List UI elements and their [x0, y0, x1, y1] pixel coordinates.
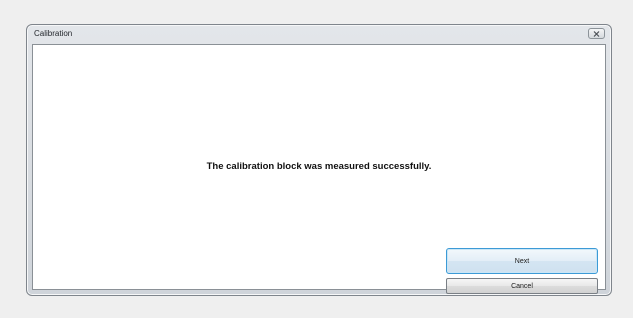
window-title: Calibration — [34, 29, 73, 38]
close-icon — [593, 30, 600, 37]
cancel-button[interactable]: Cancel — [446, 278, 598, 294]
dialog-content: The calibration block was measured succe… — [32, 44, 606, 294]
title-bar[interactable]: Calibration — [27, 25, 611, 43]
calibration-dialog: Calibration The calibration block was me… — [26, 24, 612, 296]
next-button[interactable]: Next — [446, 248, 598, 274]
close-button[interactable] — [588, 28, 605, 39]
status-message: The calibration block was measured succe… — [206, 161, 432, 172]
